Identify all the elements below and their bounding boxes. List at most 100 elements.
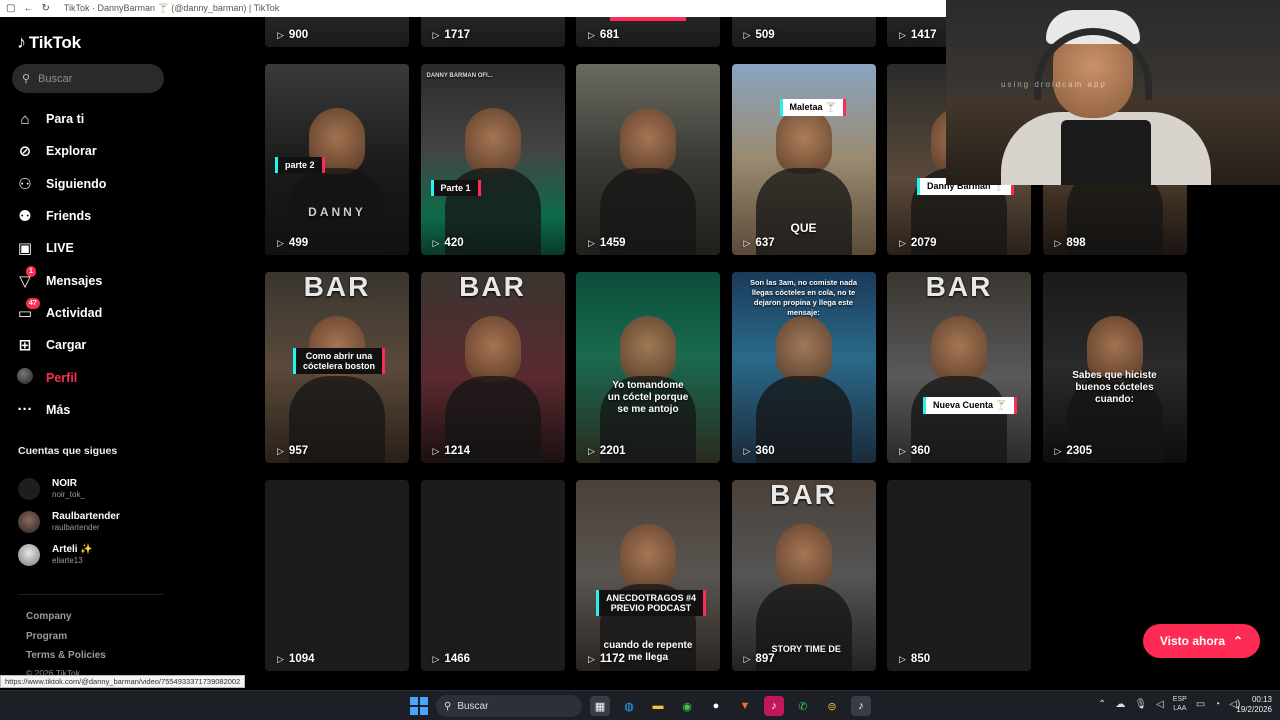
- reload-icon[interactable]: ↻: [41, 3, 49, 14]
- windows-start-icon[interactable]: [410, 697, 428, 715]
- video-card[interactable]: Son las 3am, no comiste nada llegas cóct…: [731, 272, 876, 463]
- task-view-icon[interactable]: ▦: [590, 696, 610, 716]
- person-figure: [620, 108, 676, 174]
- video-card[interactable]: ▷ 509: [731, 17, 876, 47]
- mic-icon[interactable]: 🎙: [1134, 699, 1147, 710]
- video-card[interactable]: DANNY parte 2 ▷ 499: [265, 64, 409, 255]
- nav-item-m-s[interactable]: ··· Más: [16, 394, 166, 426]
- clock[interactable]: 00:13 19/2/2026: [1228, 695, 1272, 715]
- footer-link[interactable]: Program: [26, 631, 106, 651]
- visto-label: Visto ahora: [1159, 634, 1226, 648]
- view-count: ▷ 499: [277, 237, 308, 249]
- video-card[interactable]: QUE Maletaa 🍸 ▷ 637: [731, 64, 876, 255]
- visto-ahora-button[interactable]: Visto ahora ⌃: [1143, 624, 1260, 658]
- following-text: Arteli ✨ eliarte13: [52, 544, 93, 565]
- tiktok-logo[interactable]: ♪ TikTok: [17, 32, 81, 53]
- following-item[interactable]: Arteli ✨ eliarte13: [18, 538, 168, 571]
- more-icon: ···: [17, 401, 33, 419]
- system-tray: ⌃ ☁ 🎙 ◁ ESP LAA ▭ ◔ ◁): [1098, 695, 1240, 713]
- chevron-up-icon: ⌃: [1233, 634, 1244, 648]
- view-count-value: 499: [288, 237, 309, 249]
- search-icon: ⚲: [444, 700, 452, 712]
- video-card[interactable]: BAR STORY TIME DE ▷ 897: [731, 480, 876, 671]
- video-card[interactable]: ▷ 1094: [265, 480, 409, 671]
- video-card[interactable]: DANNY BARMAN OFI... Parte 1 ▷ 420: [420, 64, 565, 255]
- notification-badge: 1: [26, 265, 36, 277]
- nav-item-explorar[interactable]: ⊘ Explorar: [16, 135, 166, 167]
- chrome-icon[interactable]: ◉: [677, 696, 697, 716]
- taskbar-apps: ▦ ◍ ▬ ◉ ● ▼ ♪ ✆ ⊜ ♪: [590, 696, 871, 716]
- video-card[interactable]: Sabes que hiciste buenos cócteles cuando…: [1042, 272, 1187, 463]
- chevron-up-icon[interactable]: ⌃: [1098, 699, 1106, 710]
- video-card[interactable]: BAR ▷ 1214: [420, 272, 565, 463]
- wifi-icon[interactable]: ◔: [1214, 699, 1220, 710]
- video-overlay-text: DANNY: [308, 205, 366, 219]
- video-card[interactable]: ▷ 850: [887, 480, 1031, 671]
- edge-icon[interactable]: ◍: [619, 696, 639, 716]
- nav-item-friends[interactable]: ⚉ Friends: [16, 200, 166, 232]
- webcam-apron: [1061, 120, 1151, 185]
- play-icon: ▷: [899, 237, 906, 248]
- cloud-icon[interactable]: ☁: [1115, 699, 1125, 710]
- view-count: ▷ 1459: [588, 237, 626, 249]
- avatar: [18, 543, 40, 566]
- search-box[interactable]: ⚲: [12, 64, 164, 93]
- following-text: Raulbartender raulbartender: [52, 511, 120, 532]
- avatar: [16, 367, 34, 388]
- app-icon[interactable]: ⊜: [822, 696, 842, 716]
- nav-item-perfil[interactable]: Perfil: [16, 361, 166, 393]
- monitor-icon[interactable]: ▭: [1196, 699, 1205, 710]
- view-count: ▷ 420: [433, 237, 464, 249]
- upload-icon: ⊞: [18, 337, 32, 355]
- play-icon: ▷: [432, 237, 440, 248]
- view-count-value: 957: [288, 445, 309, 457]
- play-icon: ▷: [899, 29, 906, 40]
- view-count-value: 1466: [444, 653, 471, 665]
- video-card[interactable]: ▷ 1466: [420, 480, 565, 671]
- following-item[interactable]: Raulbartender raulbartender: [18, 505, 168, 538]
- video-caption: Yo tomandome un cóctel porque se me anto…: [607, 380, 689, 415]
- taskbar: ⚲ Buscar ▦ ◍ ▬ ◉ ● ▼ ♪ ✆ ⊜ ♪ ⌃ ☁ 🎙 ◁ ESP…: [0, 690, 1280, 720]
- nav-item-para-ti[interactable]: ⌂ Para ti: [16, 103, 166, 135]
- footer-link[interactable]: Terms & Policies: [26, 650, 106, 670]
- language-indicator[interactable]: ESP LAA: [1173, 695, 1187, 713]
- play-icon: ▷: [432, 445, 440, 456]
- tiktok-studio-icon[interactable]: ♪: [764, 696, 784, 716]
- back-icon[interactable]: ←: [23, 3, 33, 14]
- tiktok-icon[interactable]: ♪: [851, 696, 871, 716]
- taskbar-search[interactable]: ⚲ Buscar: [436, 695, 582, 717]
- live-icon: ▣: [17, 240, 33, 258]
- window-icon[interactable]: ▢: [6, 3, 15, 14]
- video-card[interactable]: ▷ 900: [265, 17, 409, 47]
- nav-item-actividad[interactable]: ▭ 47 Actividad: [16, 297, 166, 329]
- nav-item-live[interactable]: ▣ LIVE: [16, 232, 166, 264]
- view-count-value: 2305: [1066, 445, 1093, 457]
- footer-link[interactable]: Company: [26, 611, 106, 631]
- whatsapp-icon[interactable]: ✆: [793, 696, 813, 716]
- search-icon: ⚲: [22, 73, 31, 85]
- video-card[interactable]: BAR Nueva Cuenta 🍸 ▷ 360: [887, 272, 1031, 463]
- video-card[interactable]: ▷ 1717: [420, 17, 565, 47]
- following-item[interactable]: NOIR noir_tok_: [18, 472, 168, 505]
- nav-item-mensajes[interactable]: ▽ 1 Mensajes: [16, 264, 166, 296]
- video-card[interactable]: Yo tomandome un cóctel porque se me anto…: [576, 272, 720, 463]
- video-card[interactable]: ▷ 681: [576, 17, 720, 47]
- nav-item-siguiendo[interactable]: ⚇ Siguiendo: [16, 168, 166, 200]
- nav-item-cargar[interactable]: ⊞ Cargar: [16, 329, 166, 361]
- browser-tab-bar: ▢ ← ↻ TikTok · DannyBarman 🍸 (@danny_bar…: [0, 0, 946, 17]
- search-input[interactable]: [38, 72, 149, 85]
- video-card[interactable]: ▷ 1459: [576, 64, 720, 255]
- view-count: ▷ 1214: [433, 445, 471, 457]
- messages-icon: ▽ 1: [16, 265, 36, 290]
- video-card[interactable]: cuando de repente me llega ANECDOTRAGOS #…: [576, 480, 720, 671]
- github-icon[interactable]: ●: [706, 696, 726, 716]
- view-count-value: 900: [288, 29, 309, 41]
- volume-icon[interactable]: ◁: [1156, 699, 1164, 710]
- video-card[interactable]: BAR Como abrir una cóctelera boston ▷ 957: [265, 272, 409, 463]
- tab-title[interactable]: TikTok · DannyBarman 🍸 (@danny_barman) |…: [64, 3, 279, 14]
- brave-icon[interactable]: ▼: [735, 696, 755, 716]
- view-count: ▷ 2079: [899, 237, 937, 249]
- view-count-value: 360: [755, 445, 775, 457]
- person-figure: [775, 316, 832, 382]
- folder-icon[interactable]: ▬: [648, 696, 668, 716]
